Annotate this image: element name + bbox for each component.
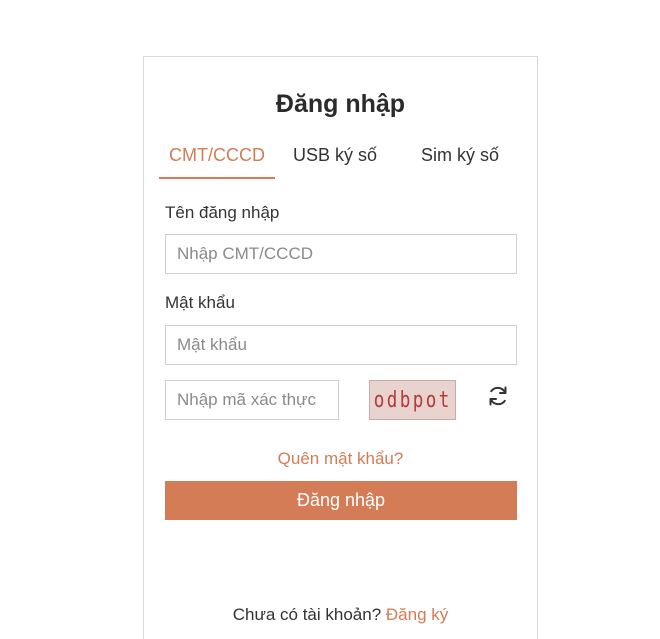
tab-usb-ky-so[interactable]: USB ký số [275, 143, 395, 179]
page-title: Đăng nhập [275, 90, 406, 118]
captcha-text: odbpot [373, 387, 452, 413]
register-prompt: Chưa có tài khoản? Đăng ký [144, 605, 537, 625]
tab-sim-ky-so[interactable]: Sim ký số [399, 143, 521, 179]
login-card: Đăng nhập CMT/CCCD USB ký số Sim ký số T… [143, 56, 538, 639]
captcha-image: odbpot [369, 380, 456, 420]
captcha-input[interactable] [165, 380, 339, 420]
no-account-text: Chưa có tài khoản? [232, 605, 382, 624]
login-method-tabs: CMT/CCCD USB ký số Sim ký số [159, 143, 521, 179]
forgot-password-link[interactable]: Quên mật khẩu? [144, 449, 537, 469]
password-input[interactable] [165, 325, 517, 365]
refresh-icon[interactable] [486, 384, 510, 408]
login-button[interactable]: Đăng nhập [165, 481, 517, 520]
password-label: Mật khẩu [165, 293, 235, 312]
username-label: Tên đăng nhập [165, 203, 280, 222]
username-input[interactable] [165, 234, 517, 274]
active-tab-indicator [159, 177, 275, 179]
tab-cmt-cccd[interactable]: CMT/CCCD [159, 143, 275, 179]
register-link[interactable]: Đăng ký [386, 605, 448, 624]
